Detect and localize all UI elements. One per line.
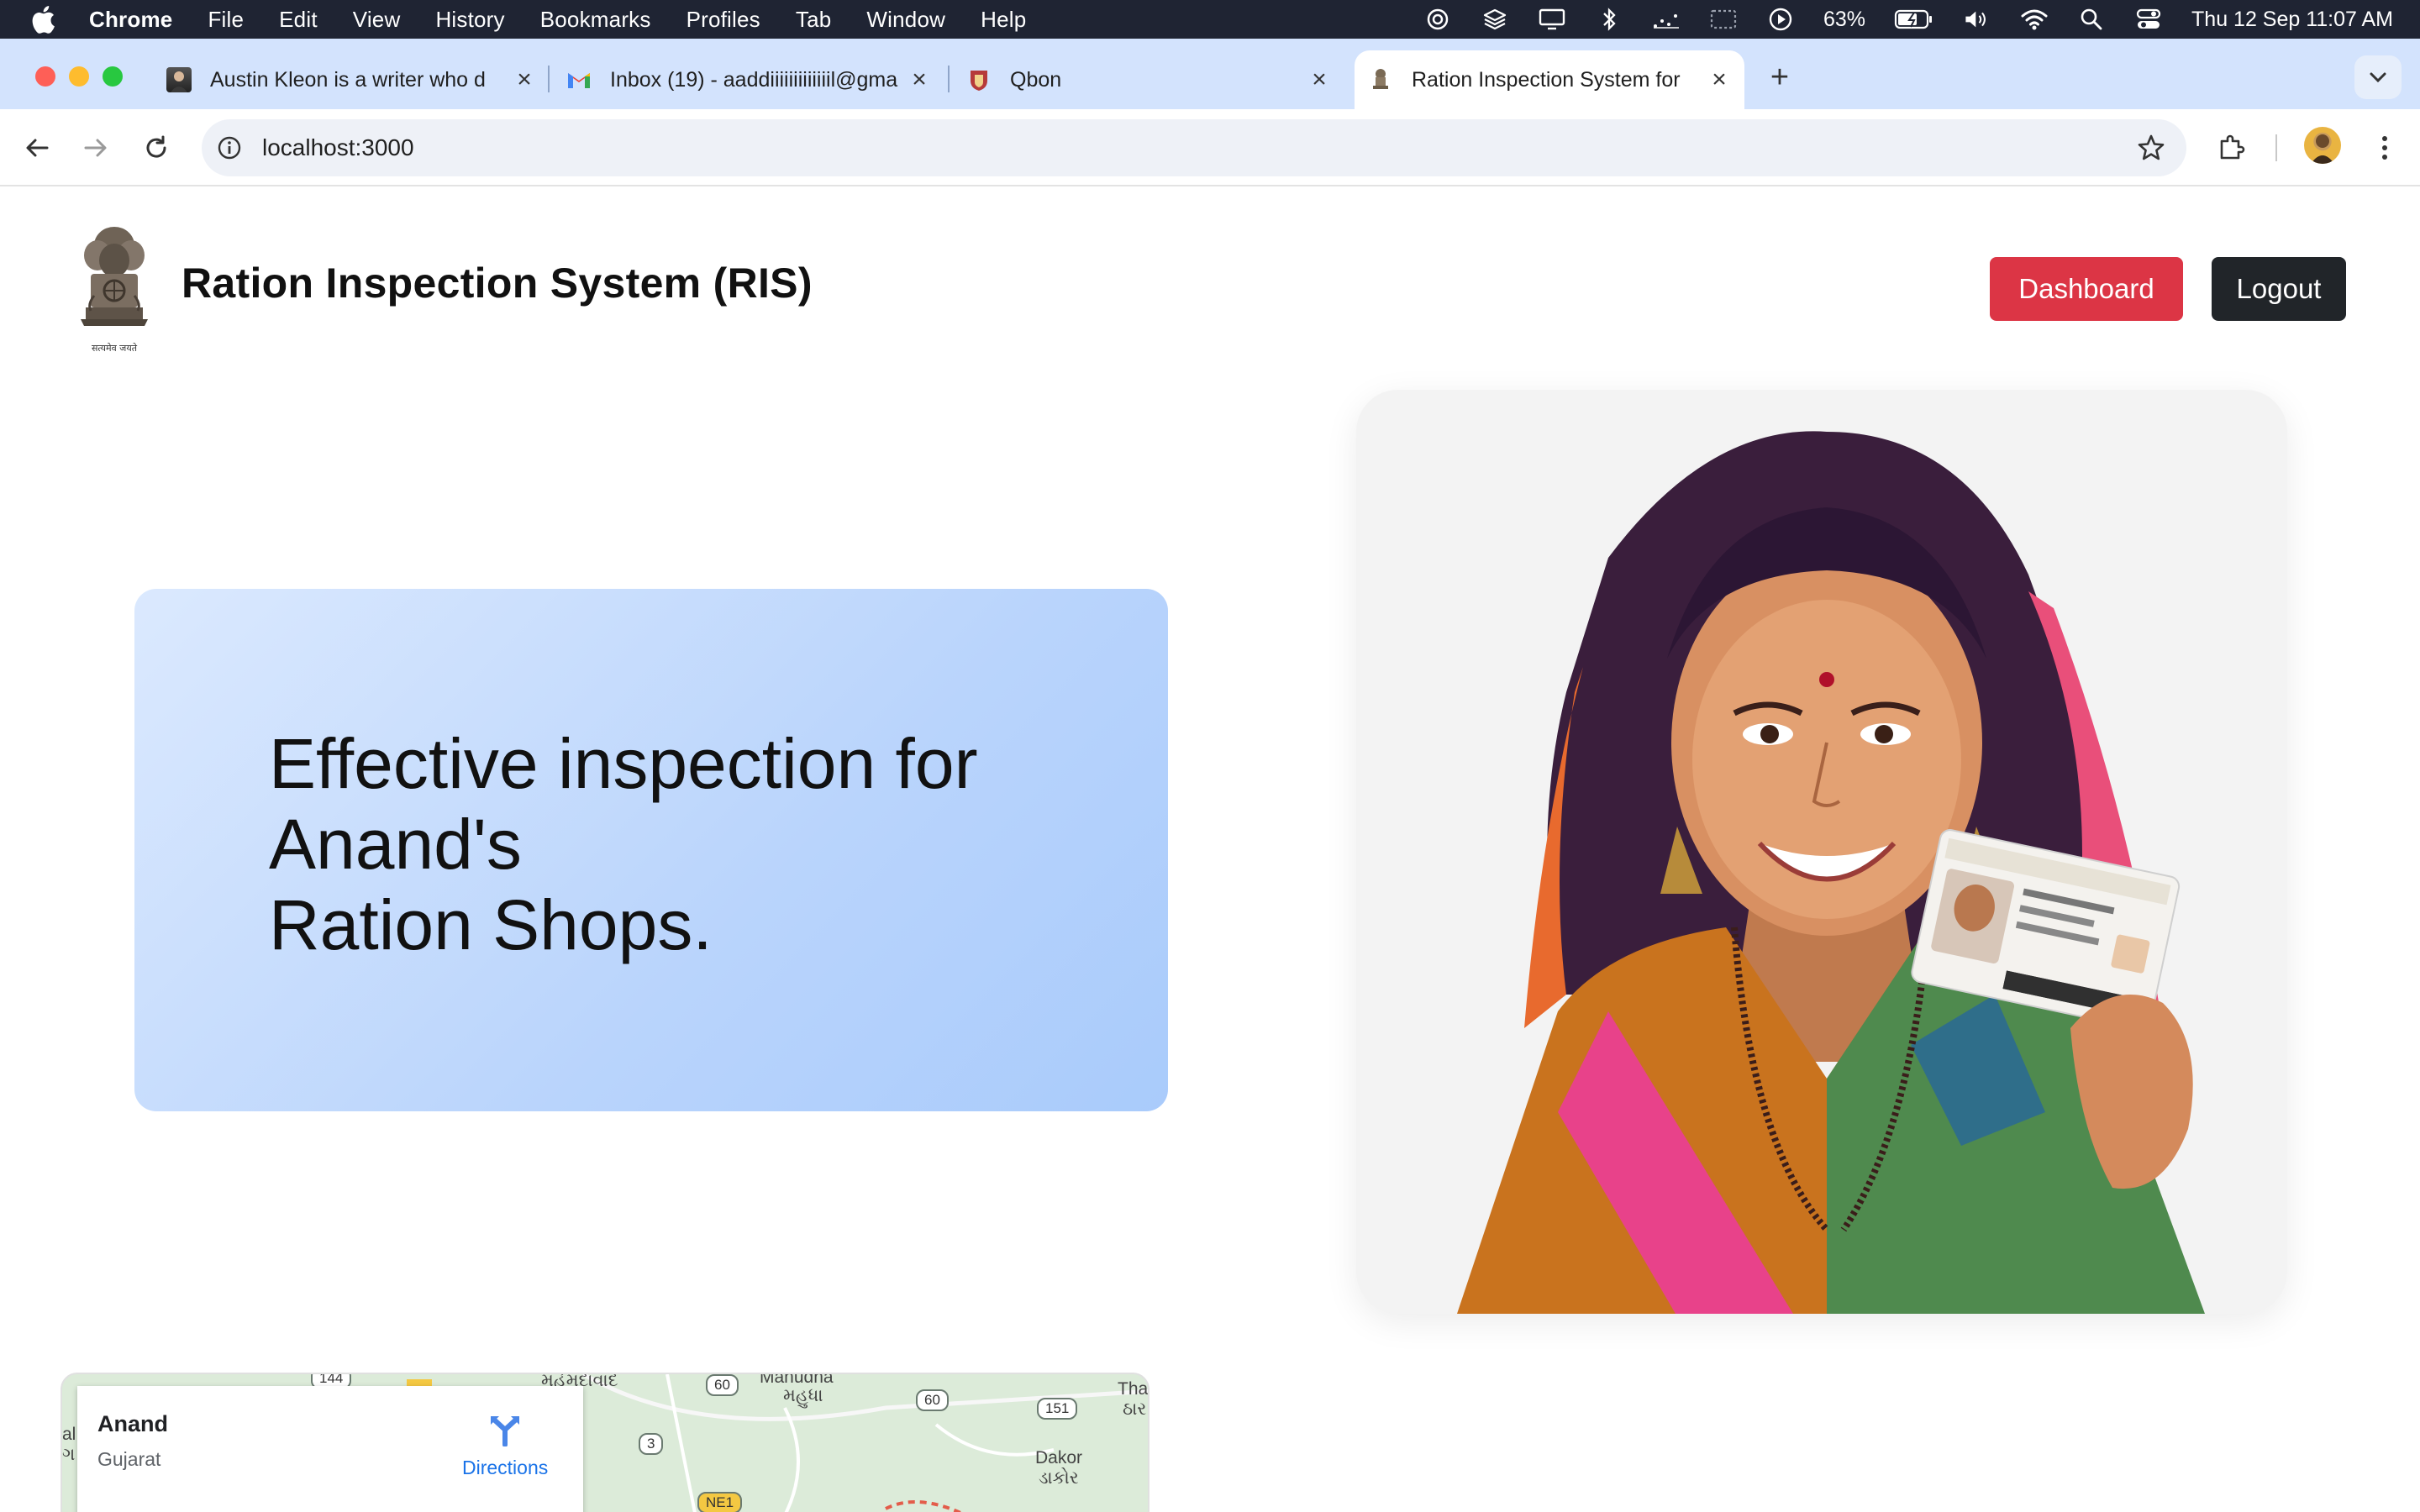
tab-qbon[interactable]: Qbon ×: [966, 50, 1333, 109]
map-label: ગ: [62, 1445, 76, 1464]
tab-ration-inspection[interactable]: Ration Inspection System for ×: [1355, 50, 1744, 109]
hero-line: Effective inspection for: [269, 724, 978, 803]
road-shield: 60: [916, 1389, 949, 1411]
chevron-down-icon: [2370, 72, 2386, 83]
hero-line: Anand's: [269, 805, 522, 884]
national-emblem-logo: सत्यमेव जयते: [72, 220, 156, 354]
close-tab-icon[interactable]: ×: [1306, 66, 1333, 93]
minimize-window-button[interactable]: [69, 66, 89, 87]
screen-mirroring-icon[interactable]: [1709, 7, 1738, 32]
clock-datetime[interactable]: Thu 12 Sep 11:07 AM: [2191, 8, 2393, 32]
close-tab-icon[interactable]: ×: [1706, 66, 1733, 93]
extensions-button[interactable]: [2212, 128, 2252, 168]
battery-charging-icon[interactable]: [1894, 7, 1934, 32]
browser-toolbar: localhost:3000: [0, 109, 2420, 186]
bluetooth-icon[interactable]: [1595, 7, 1623, 32]
menu-file[interactable]: File: [208, 7, 244, 33]
dashboard-button[interactable]: Dashboard: [1990, 257, 2183, 321]
hero-heading: Effective inspection for Anand's Ration …: [269, 723, 1109, 965]
map-label: ઠાર: [1123, 1399, 1147, 1419]
gmail-icon: [566, 67, 592, 92]
control-center-icon[interactable]: [2134, 7, 2163, 32]
tab-title: Inbox (19) - aaddiiiiiiiiiiiiil@gma: [610, 67, 898, 92]
play-circle-icon[interactable]: [1766, 7, 1795, 32]
apple-menu-icon[interactable]: [30, 5, 64, 34]
close-tab-icon[interactable]: ×: [906, 66, 933, 93]
activity-dots-icon[interactable]: [1652, 7, 1681, 32]
map-label: al: [62, 1425, 76, 1444]
tab-title: Austin Kleon is a writer who d: [210, 67, 486, 92]
menu-bookmarks[interactable]: Bookmarks: [540, 7, 651, 33]
directions-link[interactable]: Directions: [462, 1457, 548, 1479]
site-info-icon[interactable]: [215, 134, 244, 162]
spotlight-search-icon[interactable]: [2077, 7, 2106, 32]
menu-help[interactable]: Help: [981, 7, 1026, 33]
road-shield: 60: [706, 1374, 739, 1396]
tab-separator: [548, 66, 550, 92]
new-tab-button[interactable]: +: [1765, 61, 1795, 93]
menu-window[interactable]: Window: [866, 7, 945, 33]
road-shield: 151: [1037, 1398, 1078, 1420]
tab-gmail-inbox[interactable]: Inbox (19) - aaddiiiiiiiiiiiiil@gma ×: [566, 50, 933, 109]
macos-menu-bar: Chrome File Edit View History Bookmarks …: [0, 0, 2420, 39]
tab-title: Qbon: [1010, 67, 1062, 92]
tab-strip: Austin Kleon is a writer who d × Inbox (…: [0, 39, 2420, 109]
google-map-embed[interactable]: મહેમદાવાદ Mahudha મહુધા Tha ઠાર Dakor ડા…: [60, 1373, 1150, 1512]
road-shield: 3: [639, 1433, 664, 1455]
display-icon[interactable]: [1538, 7, 1566, 32]
toolbar-divider: [2275, 134, 2277, 161]
forward-arrow-icon: [84, 139, 107, 157]
url-text[interactable]: localhost:3000: [262, 134, 414, 161]
reload-icon: [146, 135, 166, 158]
close-tab-icon[interactable]: ×: [511, 66, 538, 93]
tab-search-button[interactable]: [2354, 55, 2402, 99]
forward-button[interactable]: [76, 128, 116, 168]
layers-icon[interactable]: [1481, 7, 1509, 32]
emblem-icon: [1368, 67, 1393, 92]
zoom-window-button[interactable]: [103, 66, 123, 87]
wifi-icon[interactable]: [2020, 7, 2049, 32]
map-place-name: Anand: [97, 1411, 168, 1436]
bookmark-star-icon[interactable]: [2136, 133, 2166, 163]
map-place-card: Anand Gujarat Directions: [77, 1386, 583, 1512]
menu-tab[interactable]: Tab: [796, 7, 832, 33]
menu-history[interactable]: History: [435, 7, 504, 33]
road-shield: NE1: [697, 1492, 743, 1512]
menu-app-name[interactable]: Chrome: [89, 7, 172, 33]
person-photo-icon: [166, 67, 192, 92]
map-place-region: Gujarat: [97, 1448, 161, 1470]
site-title: Ration Inspection System (RIS): [182, 260, 813, 307]
battery-percent: 63%: [1823, 7, 1866, 31]
window-controls: [35, 66, 123, 87]
back-arrow-icon: [26, 139, 49, 157]
address-bar[interactable]: localhost:3000: [202, 119, 2186, 176]
logout-button[interactable]: Logout: [2212, 257, 2346, 321]
close-window-button[interactable]: [35, 66, 55, 87]
map-label: ડાકોર: [1039, 1468, 1079, 1488]
hero-card: Effective inspection for Anand's Ration …: [134, 589, 1168, 1111]
hero-illustration: [1356, 390, 2287, 1314]
tab-separator: [948, 66, 950, 92]
kebab-menu-icon: [2382, 136, 2387, 160]
map-label: Dakor: [1035, 1448, 1083, 1467]
menu-profiles[interactable]: Profiles: [687, 7, 760, 33]
menu-edit[interactable]: Edit: [279, 7, 318, 33]
web-page: सत्यमेव जयते Ration Inspection System (R…: [0, 186, 2420, 1512]
tab-title: Ration Inspection System for: [1412, 67, 1681, 92]
status-area: 63% Thu 12 Sep 11:07 AM: [1423, 0, 2393, 39]
map-label: મહુધા: [783, 1386, 823, 1405]
puzzle-piece-icon: [2220, 134, 2245, 160]
menu-view[interactable]: View: [353, 7, 401, 33]
openai-icon[interactable]: [1423, 7, 1452, 32]
tab-austin-kleon[interactable]: Austin Kleon is a writer who d ×: [165, 50, 538, 109]
volume-icon[interactable]: [1963, 7, 1991, 32]
back-button[interactable]: [17, 128, 57, 168]
chrome-menu-button[interactable]: [2365, 128, 2405, 168]
profile-avatar[interactable]: [2304, 127, 2341, 164]
hero-line: Ration Shops.: [269, 885, 713, 964]
directions-icon[interactable]: [487, 1411, 523, 1447]
map-label: Tha: [1118, 1379, 1149, 1399]
reload-button[interactable]: [136, 128, 176, 168]
crest-icon: [966, 67, 992, 92]
